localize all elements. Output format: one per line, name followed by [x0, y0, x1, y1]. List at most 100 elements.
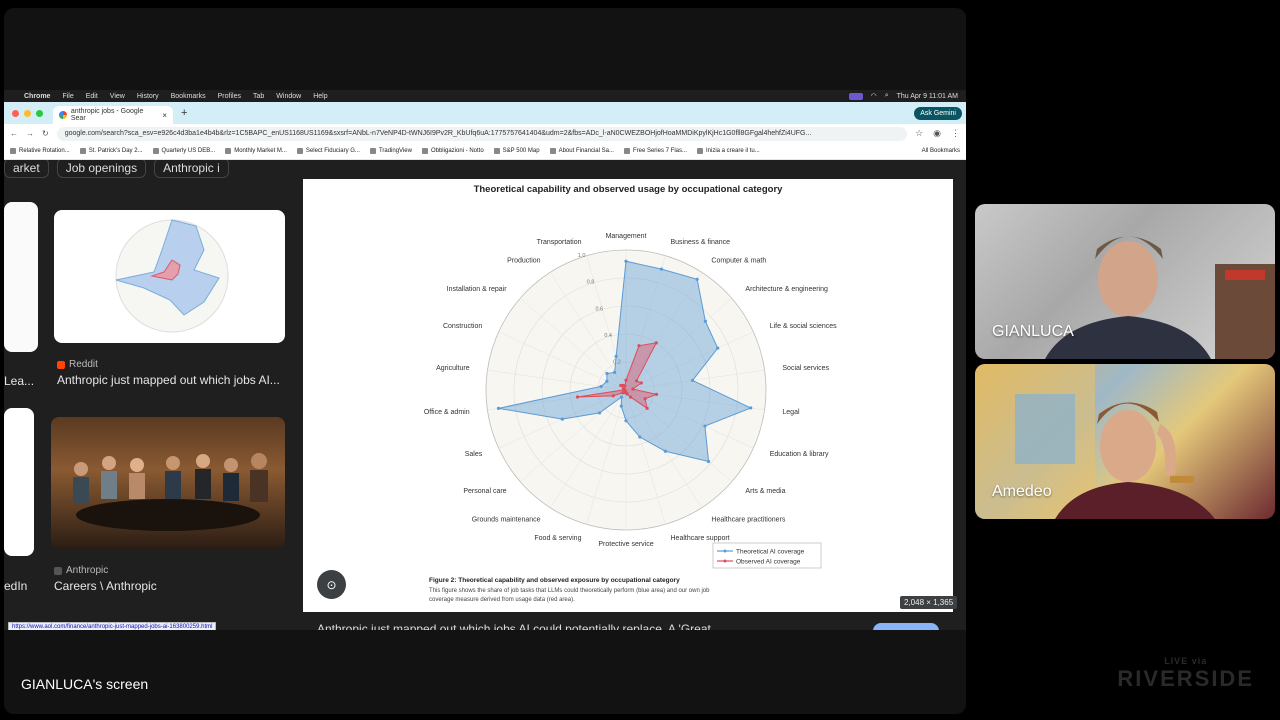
result-title[interactable]: edIn: [4, 579, 27, 593]
radar-data-point: [716, 346, 720, 350]
tab-google-search[interactable]: anthropic jobs - Google Sear ×: [53, 106, 173, 124]
radar-category-label: Arts & media: [745, 488, 785, 495]
close-window-icon[interactable]: [12, 109, 19, 117]
menu-window[interactable]: Window: [276, 93, 301, 100]
menu-edit[interactable]: Edit: [86, 93, 98, 100]
image-thumbnail[interactable]: [4, 408, 34, 556]
result-title[interactable]: Lea...: [4, 374, 34, 388]
maximize-window-icon[interactable]: [36, 109, 43, 117]
menu-chrome[interactable]: Chrome: [24, 93, 50, 100]
radar-category-label: Sales: [465, 451, 483, 458]
new-tab-icon[interactable]: +: [181, 107, 187, 119]
bookmark-item[interactable]: TradingView: [369, 148, 412, 154]
radar-data-point: [614, 354, 618, 359]
menu-tab[interactable]: Tab: [253, 93, 264, 100]
radar-chart: 0.20.40.60.81.0ManagementBusiness & fina…: [424, 233, 837, 569]
status-area: ◠ ⌕ Thu Apr 9 11:01 AM: [848, 92, 958, 100]
radar-data-point: [599, 384, 603, 389]
radar-data-point: [703, 424, 707, 428]
radar-category-label: Protective service: [598, 541, 653, 548]
participant-tile-gianluca[interactable]: GIANLUCA: [975, 204, 1275, 359]
menu-view[interactable]: View: [110, 93, 125, 100]
profile-icon[interactable]: ◉: [933, 128, 941, 139]
all-bookmarks[interactable]: All Bookmarks: [922, 148, 960, 154]
radar-data-point: [703, 319, 707, 323]
bookmark-item[interactable]: S&P 500 Map: [493, 148, 540, 154]
screen-share-indicator-icon[interactable]: [848, 92, 863, 100]
legend-marker: [723, 559, 727, 563]
more-menu-icon[interactable]: ⋮: [951, 128, 960, 139]
menu-help[interactable]: Help: [313, 93, 327, 100]
bookmark-star-icon[interactable]: ☆: [915, 128, 923, 139]
visit-button[interactable]: [873, 623, 939, 630]
result-headline[interactable]: Anthropic just mapped out which jobs AI …: [317, 622, 837, 630]
chip-job-openings[interactable]: Job openings: [56, 160, 147, 178]
radar-category-label: Transportation: [537, 239, 582, 246]
google-lens-icon[interactable]: ⊙: [317, 570, 346, 599]
wifi-icon[interactable]: ◠: [871, 92, 877, 100]
anthropic-icon: [54, 566, 62, 575]
bookmark-item[interactable]: Obbligazioni - Notto: [421, 148, 484, 154]
image-preview[interactable]: Theoretical capability and observed usag…: [303, 179, 953, 612]
menu-file[interactable]: File: [62, 93, 73, 100]
result-title[interactable]: Anthropic just mapped out which jobs AI.…: [57, 373, 280, 387]
radar-data-point: [654, 392, 659, 396]
menubar-datetime[interactable]: Thu Apr 9 11:01 AM: [897, 93, 958, 100]
image-thumbnail-reddit[interactable]: [54, 210, 285, 343]
image-thumbnail[interactable]: [4, 202, 38, 352]
image-thumbnail-anthropic[interactable]: [51, 417, 285, 549]
radar-category-label: Architecture & engineering: [745, 286, 828, 293]
riverside-logo: LIVE via RIVERSIDE: [1117, 656, 1254, 691]
reddit-icon: [57, 360, 65, 369]
radar-data-point: [605, 379, 609, 383]
radar-category-label: Personal care: [463, 488, 506, 495]
bookmark-item[interactable]: Relative Rotation...: [10, 148, 70, 154]
radar-category-label: Healthcare practitioners: [711, 517, 785, 524]
back-icon[interactable]: ←: [10, 129, 18, 138]
bookmark-item[interactable]: Monthly Market M...: [225, 148, 287, 154]
radar-data-point: [634, 379, 639, 383]
participant-name: GIANLUCA: [992, 323, 1074, 340]
bookmark-item[interactable]: Inizia a creare il tu...: [697, 148, 760, 154]
search-icon[interactable]: ⌕: [885, 92, 889, 100]
bookmark-item[interactable]: Free Series 7 Flas...: [623, 148, 687, 154]
radar-category-label: Office & admin: [424, 409, 470, 416]
bookmark-item[interactable]: Select Fiduciary G...: [296, 148, 360, 154]
url-field[interactable]: google.com/search?sca_esv=e926c4d3ba1e4b…: [56, 126, 908, 141]
radar-category-label: Grounds maintenance: [472, 517, 541, 524]
window-controls: [12, 109, 43, 117]
radar-data-point: [623, 384, 627, 388]
menu-history[interactable]: History: [137, 93, 159, 100]
bookmark-item[interactable]: About Financial Sa...: [549, 148, 614, 154]
legend-marker: [723, 549, 727, 553]
participant-tile-amedeo[interactable]: Amedeo: [975, 364, 1275, 519]
screen-share-label: GIANLUCA's screen: [21, 676, 149, 692]
radar-data-point: [637, 344, 641, 348]
radar-category-label: Legal: [782, 409, 800, 416]
mini-radar-chart: [115, 219, 229, 333]
close-tab-icon[interactable]: ×: [162, 111, 167, 120]
radar-data-point: [621, 391, 625, 395]
figure-caption-body: This figure shows the share of job tasks…: [429, 588, 710, 603]
bookmarks-bar: Relative Rotation... St. Patrick's Day 2…: [4, 143, 966, 160]
menu-profiles[interactable]: Profiles: [218, 93, 241, 100]
ask-gemini-button[interactable]: Ask Gemini: [914, 106, 962, 120]
menu-bookmarks[interactable]: Bookmarks: [171, 93, 206, 100]
bookmark-item[interactable]: Quarterly US DEB...: [152, 148, 215, 154]
reload-icon[interactable]: ↻: [42, 129, 49, 138]
radar-category-label: Installation & repair: [447, 286, 508, 293]
radar-category-label: Agriculture: [436, 365, 470, 372]
bookmark-item[interactable]: St. Patrick's Day 2...: [79, 148, 143, 154]
result-title[interactable]: Careers \ Anthropic: [54, 579, 157, 593]
radar-data-point: [628, 395, 633, 399]
minimize-window-icon[interactable]: [24, 109, 31, 117]
radar-category-label: Construction: [443, 323, 482, 330]
radar-data-point: [575, 395, 580, 399]
radar-data-point: [624, 259, 628, 263]
radar-category-label: Management: [606, 233, 647, 240]
forward-icon[interactable]: →: [26, 129, 34, 138]
chip-anthropic[interactable]: Anthropic i: [154, 160, 229, 178]
radar-category-label: Healthcare support: [671, 535, 730, 542]
chip-market[interactable]: arket: [4, 160, 49, 178]
radar-data-point: [624, 378, 628, 382]
